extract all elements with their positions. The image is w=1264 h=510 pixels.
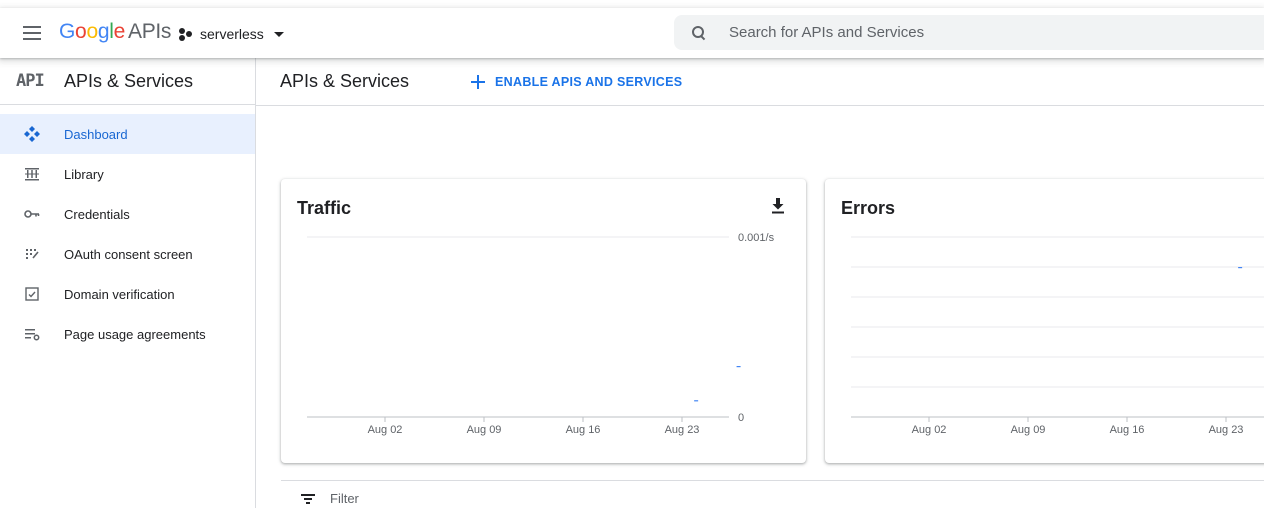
sidebar-item-credentials[interactable]: Credentials	[0, 194, 255, 234]
traffic-chart-card: Traffic Aug 02 Aug 09 Aug 16 Aug 23 0.001/s 0	[281, 179, 806, 463]
x-tick-label: Aug 02	[912, 424, 947, 436]
logo-letter: o	[75, 20, 87, 43]
google-apis-logo[interactable]: Google APIs	[59, 20, 171, 44]
project-name: serverless	[200, 26, 264, 42]
search-bar[interactable]	[674, 15, 1264, 50]
x-tick-label: Aug 09	[467, 424, 502, 436]
search-icon	[691, 25, 707, 41]
key-icon	[23, 205, 41, 223]
sidebar-item-library[interactable]: Library	[0, 154, 255, 194]
y-tick-label: 0.001/s	[738, 232, 775, 244]
project-selector[interactable]: serverless	[178, 22, 284, 46]
library-icon	[23, 165, 41, 183]
sidebar-item-label: Page usage agreements	[64, 326, 206, 342]
y-tick-label: 0	[738, 412, 744, 424]
logo-letter: e	[113, 20, 126, 43]
enable-apis-label: ENABLE APIS AND SERVICES	[495, 74, 683, 89]
sidebar-header: API APIs & Services	[0, 58, 255, 105]
sidebar-item-label: Dashboard	[64, 126, 128, 142]
errors-chart-card: Errors Aug 02 Aug 09 Aug 16 Aug 23	[825, 179, 1264, 463]
sidebar-nav: Dashboard Library Credentials OAuth cons…	[0, 105, 255, 354]
sidebar-item-domain-verification[interactable]: Domain verification	[0, 274, 255, 314]
main-content: APIs & Services ENABLE APIS AND SERVICES…	[256, 58, 1264, 508]
logo-letter: o	[86, 20, 98, 43]
top-strip	[0, 0, 1264, 8]
plus-icon	[471, 74, 486, 89]
sidebar-item-page-usage-agreements[interactable]: Page usage agreements	[0, 314, 255, 354]
x-tick-label: Aug 16	[1110, 424, 1145, 436]
filter-input[interactable]: Filter	[330, 491, 359, 506]
logo-suffix: APIs	[127, 20, 172, 43]
main-header: APIs & Services ENABLE APIS AND SERVICES	[256, 58, 1264, 106]
api-badge-icon: API	[16, 71, 45, 91]
filter-icon[interactable]	[301, 493, 315, 504]
sidebar-item-label: OAuth consent screen	[64, 246, 193, 262]
sidebar-title: APIs & Services	[64, 70, 194, 91]
sidebar-item-label: Credentials	[64, 206, 130, 222]
app-header: Google APIs serverless	[0, 8, 1264, 58]
page-usage-icon	[23, 325, 41, 343]
domain-verification-icon	[23, 285, 41, 303]
enable-apis-button[interactable]: ENABLE APIS AND SERVICES	[471, 74, 683, 89]
x-tick-label: Aug 16	[566, 424, 601, 436]
sidebar-item-label: Domain verification	[64, 286, 175, 302]
x-tick-label: Aug 09	[1011, 424, 1046, 436]
sidebar-item-dashboard[interactable]: Dashboard	[0, 114, 255, 154]
oauth-consent-icon	[23, 245, 41, 263]
search-input[interactable]	[729, 24, 1229, 41]
x-tick-label: Aug 23	[665, 424, 700, 436]
project-icon	[178, 26, 194, 42]
logo-letter: G	[59, 20, 76, 43]
caret-down-icon	[273, 31, 284, 37]
x-tick-label: Aug 02	[368, 424, 403, 436]
x-tick-label: Aug 23	[1209, 424, 1244, 436]
traffic-chart: Aug 02 Aug 09 Aug 16 Aug 23 0.001/s 0	[307, 232, 775, 436]
sidebar-item-label: Library	[64, 166, 104, 182]
sidebar: API APIs & Services Dashboard Library Cr…	[0, 58, 256, 508]
dashboard-icon	[23, 125, 41, 143]
sidebar-item-oauth-consent[interactable]: OAuth consent screen	[0, 234, 255, 274]
errors-chart: Aug 02 Aug 09 Aug 16 Aug 23	[851, 236, 1264, 436]
page-title: APIs & Services	[280, 71, 410, 91]
logo-letter: g	[97, 20, 110, 43]
hamburger-menu-icon[interactable]	[20, 22, 44, 44]
filter-bar[interactable]: Filter	[281, 480, 1264, 510]
